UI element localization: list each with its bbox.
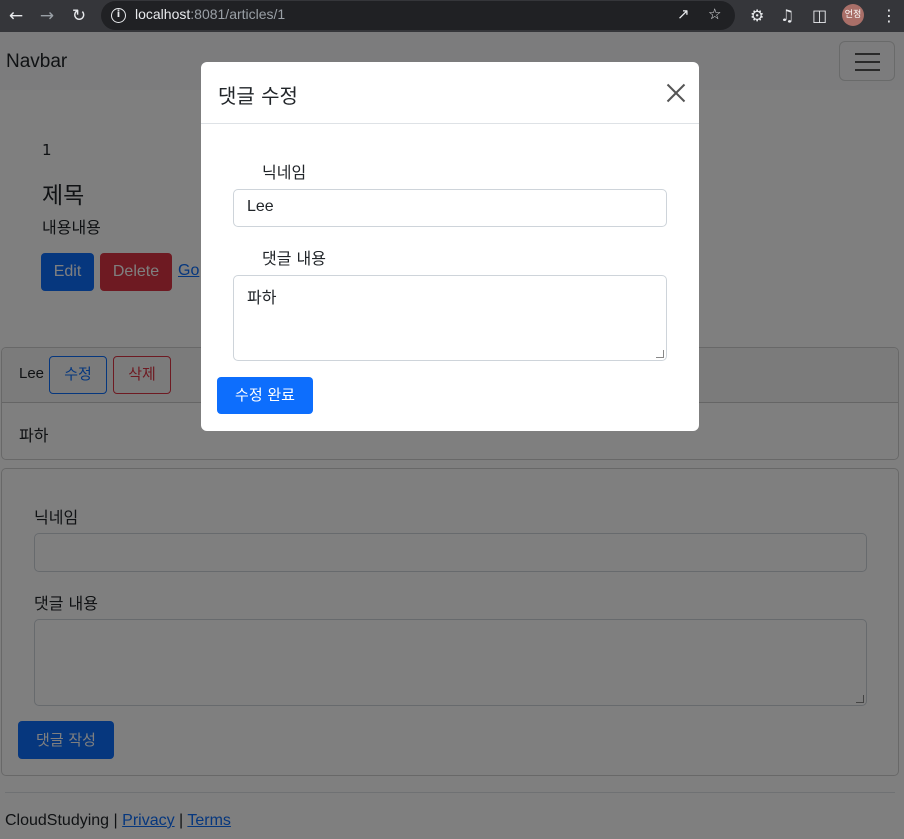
close-icon[interactable] — [664, 82, 686, 104]
browser-chrome: ← → ↻ i localhost:8081/articles/1 ↗ ☆ ⚙ … — [0, 0, 904, 32]
back-arrow-icon[interactable]: ← — [5, 5, 27, 27]
url-text: localhost:8081/articles/1 — [135, 6, 286, 22]
forward-arrow-icon[interactable]: → — [36, 5, 58, 27]
resize-handle-icon[interactable] — [656, 350, 664, 358]
address-bar[interactable]: i localhost:8081/articles/1 ↗ ☆ — [101, 1, 735, 30]
modal-nickname-label: 닉네임 — [262, 163, 307, 182]
media-playlist-icon[interactable]: ♫ — [780, 5, 794, 27]
modal-title: 댓글 수정 — [218, 84, 298, 108]
profile-avatar[interactable]: 언정 — [842, 4, 864, 26]
bookmark-star-icon[interactable]: ☆ — [708, 5, 721, 23]
modal-body-textarea[interactable]: 파하 — [233, 275, 667, 361]
side-panel-icon[interactable]: ◫ — [812, 5, 827, 27]
edit-comment-modal: 댓글 수정 닉네임 Lee 댓글 내용 파하 수정 완료 — [201, 62, 699, 431]
modal-header: 댓글 수정 — [201, 62, 699, 124]
modal-body-label: 댓글 내용 — [262, 249, 326, 268]
modal-nickname-value: Lee — [247, 198, 274, 215]
share-icon[interactable]: ↗ — [677, 5, 690, 23]
modal-body-value: 파하 — [247, 290, 277, 307]
kebab-menu-icon[interactable]: ⋮ — [881, 5, 897, 27]
modal-nickname-input[interactable]: Lee — [233, 189, 667, 227]
site-info-icon[interactable]: i — [111, 8, 126, 23]
extensions-puzzle-icon[interactable]: ⚙ — [750, 5, 764, 27]
update-comment-button[interactable]: 수정 완료 — [217, 377, 313, 414]
reload-icon[interactable]: ↻ — [68, 5, 90, 27]
